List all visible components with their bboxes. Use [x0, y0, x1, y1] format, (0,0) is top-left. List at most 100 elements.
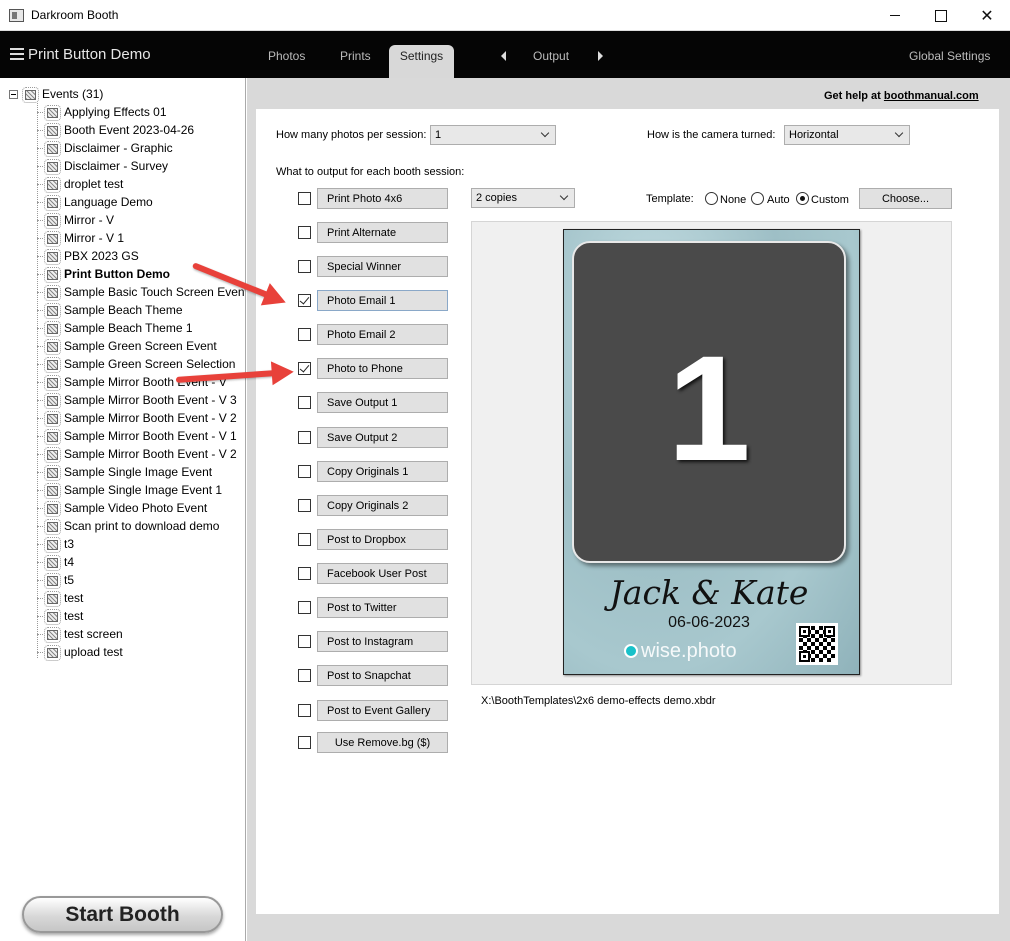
sidebar-event-item[interactable]: PBX 2023 GS — [37, 247, 139, 265]
output-config-button[interactable]: Photo to Phone — [317, 358, 448, 379]
output-prev-arrow-icon[interactable] — [501, 51, 506, 61]
minimize-button[interactable] — [872, 0, 918, 31]
choose-template-button[interactable]: Choose... — [859, 188, 952, 209]
sidebar-event-item[interactable]: Sample Green Screen Selection — [37, 355, 235, 373]
sidebar-event-item[interactable]: test — [37, 607, 83, 625]
output-config-button[interactable]: Post to Instagram — [317, 631, 448, 652]
event-icon — [43, 590, 61, 607]
sidebar-event-item[interactable]: Sample Video Photo Event — [37, 499, 207, 517]
output-checkbox[interactable] — [298, 260, 311, 273]
output-next-arrow-icon[interactable] — [598, 51, 603, 61]
output-config-button[interactable]: Print Photo 4x6 — [317, 188, 448, 209]
event-icon — [43, 572, 61, 589]
sidebar-event-item[interactable]: Sample Beach Theme 1 — [37, 319, 193, 337]
event-icon — [43, 176, 61, 193]
copies-select[interactable]: 2 copies — [471, 188, 575, 208]
output-config-button[interactable]: Post to Dropbox — [317, 529, 448, 550]
maximize-button[interactable] — [918, 0, 964, 31]
output-checkbox[interactable] — [298, 601, 311, 614]
output-config-button[interactable]: Copy Originals 2 — [317, 495, 448, 516]
sidebar-event-item[interactable]: droplet test — [37, 175, 123, 193]
output-checkbox[interactable] — [298, 567, 311, 580]
output-config-button[interactable]: Photo Email 1 — [317, 290, 448, 311]
output-config-button[interactable]: Post to Snapchat — [317, 665, 448, 686]
camera-orientation-select[interactable]: Horizontal — [784, 125, 910, 145]
tree-root-events[interactable]: Events (31) — [9, 85, 103, 103]
event-icon — [43, 158, 61, 175]
sidebar-event-item[interactable]: Sample Mirror Booth Event - V 1 — [37, 427, 237, 445]
sidebar-event-item[interactable]: Disclaimer - Graphic — [37, 139, 173, 157]
sidebar-event-item[interactable]: Language Demo — [37, 193, 153, 211]
output-config-button[interactable]: Use Remove.bg ($) — [317, 732, 448, 753]
output-checkbox[interactable] — [298, 396, 311, 409]
tab-photos[interactable]: Photos — [268, 49, 305, 63]
tab-settings[interactable]: Settings — [389, 45, 454, 79]
output-config-button[interactable]: Save Output 2 — [317, 427, 448, 448]
template-radio-none[interactable] — [705, 192, 718, 205]
sidebar-event-item[interactable]: Mirror - V 1 — [37, 229, 124, 247]
close-button[interactable]: ✕ — [964, 0, 1010, 31]
start-booth-button[interactable]: Start Booth — [22, 896, 223, 933]
global-settings-link[interactable]: Global Settings — [909, 49, 990, 63]
template-radio-auto[interactable] — [751, 192, 764, 205]
sidebar-event-item[interactable]: Sample Mirror Booth Event - V 2 — [37, 445, 237, 463]
sidebar-event-item[interactable]: Sample Mirror Booth Event - V 2 — [37, 409, 237, 427]
output-checkbox[interactable] — [298, 192, 311, 205]
output-checkbox[interactable] — [298, 704, 311, 717]
event-icon — [43, 104, 61, 121]
sidebar-event-item[interactable]: Sample Mirror Booth Event - V 3 — [37, 391, 237, 409]
output-config-button[interactable]: Facebook User Post — [317, 563, 448, 584]
sidebar-event-item[interactable]: Applying Effects 01 — [37, 103, 167, 121]
output-config-button[interactable]: Post to Twitter — [317, 597, 448, 618]
sidebar-event-item[interactable]: t4 — [37, 553, 74, 571]
photo-slot-number: 1 — [667, 324, 751, 492]
sidebar-event-item[interactable]: Print Button Demo — [37, 265, 170, 283]
hamburger-menu-icon[interactable] — [10, 48, 24, 60]
output-checkbox[interactable] — [298, 736, 311, 749]
sidebar-event-item[interactable]: Sample Basic Touch Screen Event — [37, 283, 245, 301]
event-icon — [43, 428, 61, 445]
help-link[interactable]: boothmanual.com — [884, 90, 979, 102]
output-checkbox[interactable] — [298, 465, 311, 478]
sidebar-event-item[interactable]: Sample Single Image Event 1 — [37, 481, 222, 499]
photos-per-session-select[interactable]: 1 — [430, 125, 556, 145]
output-checkbox[interactable] — [298, 226, 311, 239]
output-config-button[interactable]: Copy Originals 1 — [317, 461, 448, 482]
template-radio-auto-label[interactable]: Auto — [767, 194, 790, 206]
wise-photo-logo-icon — [624, 644, 638, 658]
output-config-button[interactable]: Photo Email 2 — [317, 324, 448, 345]
output-config-button[interactable]: Post to Event Gallery — [317, 700, 448, 721]
output-checkbox[interactable] — [298, 635, 311, 648]
output-config-button[interactable]: Print Alternate — [317, 222, 448, 243]
output-checkbox[interactable] — [298, 669, 311, 682]
output-checkbox[interactable] — [298, 499, 311, 512]
sidebar-event-item[interactable]: t3 — [37, 535, 74, 553]
output-config-button[interactable]: Save Output 1 — [317, 392, 448, 413]
sidebar-event-item[interactable]: Sample Green Screen Event — [37, 337, 217, 355]
sidebar-event-item[interactable]: Disclaimer - Survey — [37, 157, 168, 175]
output-checkbox[interactable] — [298, 294, 311, 307]
sidebar-event-item[interactable]: Booth Event 2023-04-26 — [37, 121, 194, 139]
event-icon — [43, 644, 61, 661]
sidebar-event-item[interactable]: Scan print to download demo — [37, 517, 219, 535]
sidebar-event-item[interactable]: Sample Single Image Event — [37, 463, 212, 481]
template-card: 1 Jack & Kate 06-06-2023 wise.photo — [563, 229, 860, 675]
output-checkbox[interactable] — [298, 328, 311, 341]
template-radio-custom-label[interactable]: Custom — [811, 194, 849, 206]
sidebar-event-item[interactable]: Sample Beach Theme — [37, 301, 183, 319]
sidebar-event-label: Sample Green Screen Event — [64, 339, 217, 353]
sidebar-event-item[interactable]: test screen — [37, 625, 123, 643]
output-config-button[interactable]: Special Winner — [317, 256, 448, 277]
output-checkbox[interactable] — [298, 431, 311, 444]
event-icon — [43, 356, 61, 373]
sidebar-event-item[interactable]: t5 — [37, 571, 74, 589]
sidebar-event-item[interactable]: test — [37, 589, 83, 607]
output-checkbox[interactable] — [298, 362, 311, 375]
template-radio-none-label[interactable]: None — [720, 194, 746, 206]
collapse-icon[interactable] — [9, 89, 18, 99]
tab-prints[interactable]: Prints — [340, 49, 371, 63]
output-checkbox[interactable] — [298, 533, 311, 546]
sidebar-event-item[interactable]: Mirror - V — [37, 211, 114, 229]
template-radio-custom[interactable] — [796, 192, 809, 205]
sidebar-event-item[interactable]: upload test — [37, 643, 123, 661]
